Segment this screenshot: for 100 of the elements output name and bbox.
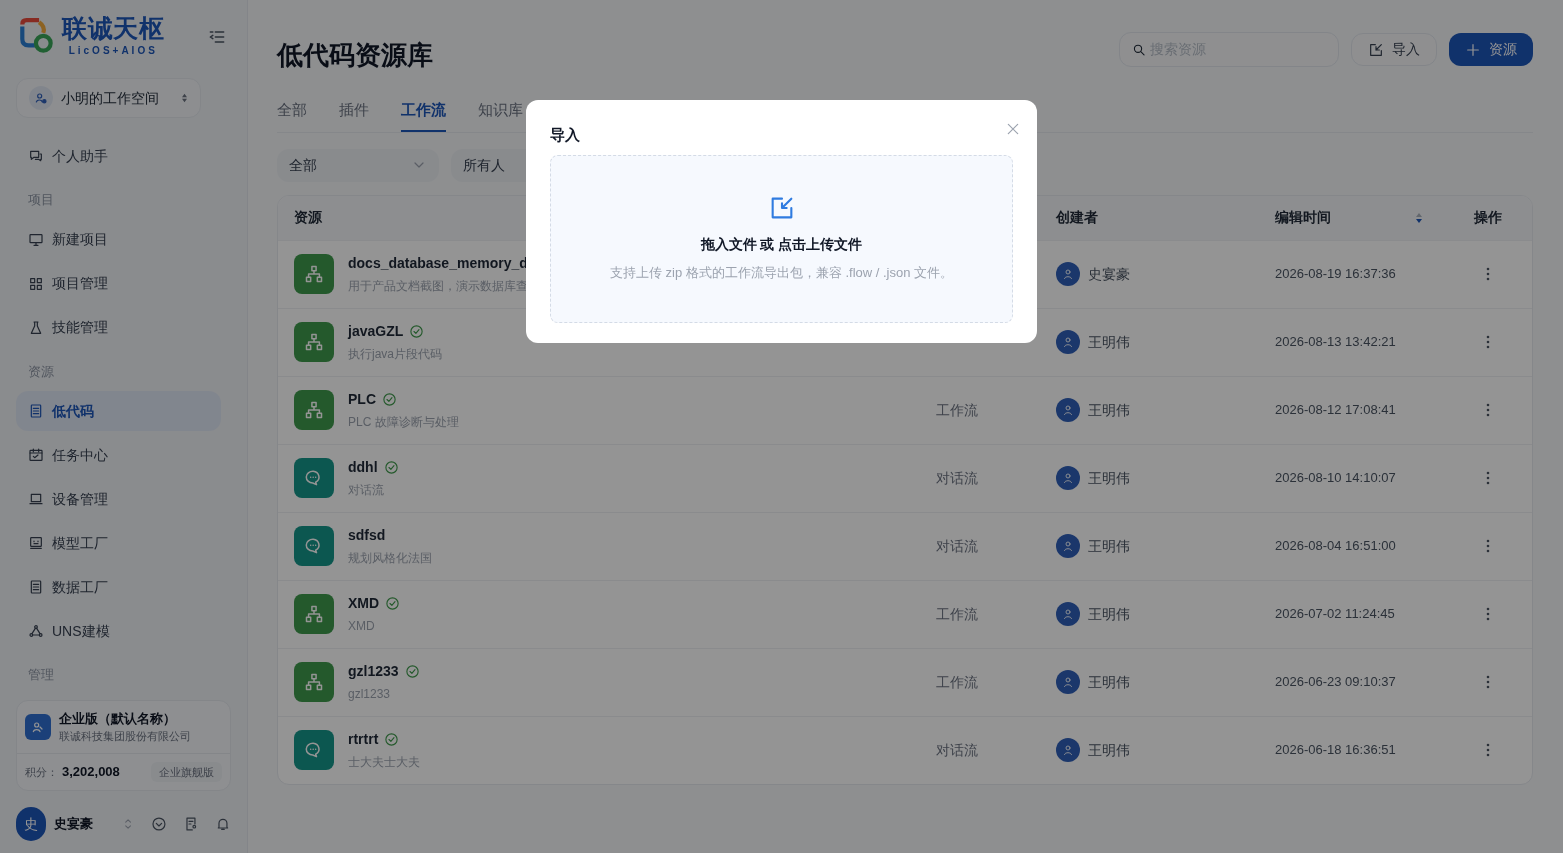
laptop-icon <box>28 491 44 507</box>
edit-time: 2026-06-18 16:36:51 <box>1275 741 1397 760</box>
resource-name: sdfsd <box>348 526 386 545</box>
more-actions-icon[interactable] <box>1486 403 1490 417</box>
document-icon <box>28 579 44 595</box>
nodes-icon <box>28 623 44 639</box>
type-cell: 工作流 <box>936 674 978 690</box>
chevron-circle-icon[interactable] <box>151 815 168 833</box>
nav-item[interactable]: 任务中心 <box>16 435 221 475</box>
more-actions-icon[interactable] <box>1486 267 1490 281</box>
resource-name: PLC <box>348 390 376 409</box>
nav-item[interactable]: 个人助手 <box>16 136 221 176</box>
nav-item[interactable]: 新建项目 <box>16 219 221 260</box>
plus-icon <box>1465 41 1481 58</box>
resource-description: XMD <box>348 618 376 635</box>
nav-item[interactable]: 数据工厂 <box>16 567 221 607</box>
creator-avatar-icon <box>1056 398 1080 422</box>
type-cell: 对话流 <box>936 470 978 486</box>
more-actions-icon[interactable] <box>1486 471 1490 485</box>
chat-bubbles-icon <box>294 730 334 770</box>
more-actions-icon[interactable] <box>1486 539 1490 553</box>
creator-avatar-icon <box>1056 670 1080 694</box>
flask-icon <box>28 319 44 336</box>
drop-hint: 支持上传 zip 格式的工作流导出包，兼容 .flow / .json 文件。 <box>609 264 954 283</box>
creator-avatar-icon <box>1056 330 1080 354</box>
type-cell: 对话流 <box>936 538 978 554</box>
import-button[interactable]: 导入 <box>1351 33 1437 66</box>
more-actions-icon[interactable] <box>1486 335 1490 349</box>
nav-item[interactable]: 技能管理 <box>16 307 221 348</box>
edit-time: 2026-08-10 14:10:07 <box>1275 469 1397 488</box>
organization-icon <box>25 713 51 740</box>
grid-icon <box>28 275 44 292</box>
resource-description: gzl1233 <box>348 686 392 703</box>
creator-name: 王明伟 <box>1088 740 1130 760</box>
points-label: 积分： <box>25 764 58 780</box>
nav-item[interactable]: 设备管理 <box>16 479 221 519</box>
resource-name: rtrtrt <box>348 730 379 749</box>
workspace-icon <box>29 86 53 110</box>
edit-time: 2026-08-12 17:08:41 <box>1275 401 1397 420</box>
add-resource-button[interactable]: 资源 <box>1449 33 1533 66</box>
table-row[interactable]: gzl1233 gzl1233 工作流 王明伟 2026-06-23 09:10:37 <box>278 647 1532 716</box>
column-header: 资源 <box>294 209 322 225</box>
edit-time: 2026-08-04 16:51:00 <box>1275 537 1397 556</box>
creator-avatar-icon <box>1056 602 1080 626</box>
resource-name: gzl1233 <box>348 662 399 681</box>
workflow-icon <box>294 662 334 702</box>
user-name: 史宴豪 <box>54 815 94 834</box>
creator-avatar-icon <box>1056 534 1080 558</box>
workspace-selector[interactable]: 小明的工作空间 <box>16 78 201 118</box>
tab[interactable]: 插件 <box>339 99 369 132</box>
creator-name: 王明伟 <box>1088 468 1130 488</box>
calendar-icon <box>28 447 44 463</box>
plan-badge: 企业旗舰版 <box>151 761 222 782</box>
organization-name: 企业版（默认名称） <box>59 709 177 728</box>
chat-bubbles-icon <box>294 526 334 566</box>
creator-avatar-icon <box>1056 738 1080 762</box>
modal-backdrop[interactable] <box>0 0 1563 853</box>
creator-name: 王明伟 <box>1088 400 1130 420</box>
type-cell: 工作流 <box>936 402 978 418</box>
resource-name: XMD <box>348 594 380 613</box>
logo-subtitle: LicOS+AIOS <box>68 44 158 58</box>
more-actions-icon[interactable] <box>1486 743 1490 757</box>
document-icon <box>28 403 44 419</box>
page-title: 低代码资源库 <box>277 39 433 72</box>
user-avatar[interactable]: 史 <box>16 807 47 841</box>
edit-time: 2026-08-19 16:37:36 <box>1275 265 1397 284</box>
workflow-icon <box>294 322 334 362</box>
nav-item[interactable]: 低代码 <box>16 391 221 431</box>
creator-avatar-icon <box>1056 262 1080 286</box>
creator-name: 王明伟 <box>1088 604 1130 624</box>
nav-item[interactable]: 模型工厂 <box>16 523 221 563</box>
nav-item[interactable]: UNS建模 <box>16 611 221 651</box>
filter-dropdown[interactable]: 全部 <box>277 148 439 182</box>
creator-name: 王明伟 <box>1088 536 1130 556</box>
creator-name: 王明伟 <box>1088 672 1130 692</box>
more-actions-icon[interactable] <box>1486 607 1490 621</box>
tab[interactable]: 全部 <box>277 99 307 132</box>
workflow-icon <box>294 390 334 430</box>
column-header: 创建者 <box>1056 209 1098 225</box>
nav-item[interactable]: 项目管理 <box>16 263 221 304</box>
organization-company: 联诚科技集团股份有限公司 <box>59 729 191 744</box>
resource-name: javaGZL <box>348 322 404 341</box>
workflow-icon <box>294 594 334 634</box>
tab[interactable]: 工作流 <box>401 99 446 132</box>
type-cell: 对话流 <box>936 742 978 758</box>
tab[interactable]: 知识库 <box>478 99 523 132</box>
more-actions-icon[interactable] <box>1486 675 1490 689</box>
chevron-up-down-icon <box>181 93 188 103</box>
table-row[interactable]: XMD XMD 工作流 王明伟 2026-07-02 11:24:45 <box>278 579 1532 648</box>
monitor-icon <box>28 231 44 248</box>
edit-time: 2026-07-02 11:24:45 <box>1275 605 1396 624</box>
workflow-icon <box>294 254 334 294</box>
file-drop-zone[interactable]: 拖入文件 或 点击上传文件 支持上传 zip 格式的工作流导出包，兼容 .flow / .json 文件。 <box>550 154 1013 323</box>
nav-section-label: 资源 <box>27 362 55 381</box>
dialog-title: 导入 <box>550 125 580 145</box>
import-icon <box>1368 41 1384 58</box>
edit-time: 2026-08-13 13:42:21 <box>1275 333 1397 352</box>
column-header: 编辑时间 <box>1275 208 1331 227</box>
chat-icon <box>28 148 44 164</box>
sort-icon[interactable] <box>1415 211 1423 224</box>
